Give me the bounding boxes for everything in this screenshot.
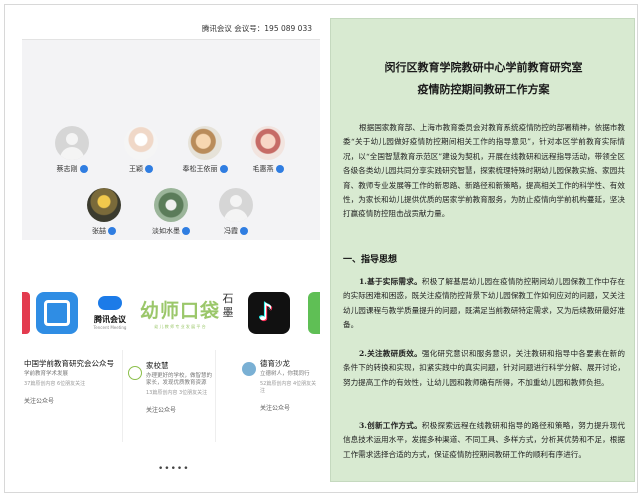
document-title-line2: 疫情防控期间教研工作方案 [417, 83, 550, 96]
participant-name: 奉松王依丽 [182, 165, 218, 173]
default-avatar-icon [55, 126, 89, 160]
participant-name: 淡如水墨 [152, 227, 180, 235]
kids-pocket-app-icon[interactable]: 幼师口袋 幼 儿 教 师 专 业 发 展 平 台 [140, 292, 220, 334]
follow-button[interactable]: 关注公众号 [146, 405, 214, 414]
mic-icon [182, 227, 190, 235]
paragraph-1: 1.基于实际需求。积极了解基层幼儿园在疫情防控期间幼儿园保教工作中存在的实际困难… [343, 277, 625, 330]
default-avatar-icon [219, 188, 253, 222]
participant-name: 蔡志刚 [56, 165, 78, 173]
deyu-salon-logo-icon [242, 362, 256, 376]
participant-name: 张喆 [92, 227, 106, 235]
participant-tile[interactable]: 淡如水墨 [141, 188, 201, 236]
document-intro: 根据国家教育部、上海市教育委员会对教育系统疫情防控的部署精神，依据市教委“关于幼… [343, 123, 625, 219]
participant-tile[interactable]: 奉松王依丽 [175, 126, 235, 174]
participant-tile[interactable]: 张喆 [74, 188, 134, 236]
meeting-id: 腾讯会议 会议号：195 089 033 [201, 24, 312, 33]
section-heading: 一、指导思想 [343, 255, 398, 265]
avatar [124, 126, 158, 160]
avatar [154, 188, 188, 222]
avatar [87, 188, 121, 222]
mic-icon [275, 165, 284, 173]
mic-icon [219, 165, 228, 173]
paragraph-2: 2.关注教研质效。强化研究意识和服务意识，关注教研和指导中各要素在新的条件下的转… [343, 349, 625, 387]
participant-tile[interactable]: 冯霞 [206, 188, 266, 236]
green-app-icon[interactable] [308, 292, 320, 334]
participant-tile[interactable]: 毛惠燕 [238, 126, 298, 174]
mic-icon [145, 165, 153, 173]
participant-name: 王颖 [129, 165, 143, 173]
document-title-line1: 闵行区教育学院教研中心学前教育研究室 [384, 61, 583, 74]
left-panel: 腾讯会议 会议号：195 089 033 蔡志刚 王颖 奉松王依丽 毛惠燕 张喆… [22, 18, 320, 482]
pager-dots[interactable]: ••••• [158, 464, 190, 474]
participant-name: 毛惠燕 [252, 165, 274, 173]
checklist-app-icon[interactable] [36, 292, 78, 334]
mic-icon [79, 165, 88, 173]
participant-tile[interactable]: 蔡志刚 [42, 126, 102, 174]
shimo-app-icon[interactable]: 石 墨 [220, 292, 236, 334]
document-panel: 闵行区教育学院教研中心学前教育研究室 疫情防控期间教研工作方案 根据国家教育部、… [330, 18, 635, 482]
avatar [251, 126, 285, 160]
mic-icon [108, 227, 116, 235]
app-collage: 腾讯会议 Tencent Meeting 幼师口袋 幼 儿 教 师 专 业 发 … [22, 286, 320, 482]
official-account-card[interactable]: 德育沙龙 立德树人，你我同行 52篇原创内容 4位朋友关注 关注公众号 [260, 358, 320, 412]
follow-button[interactable]: 关注公众号 [260, 403, 320, 412]
tiktok-app-icon[interactable]: ♪ [248, 292, 290, 334]
official-account-card[interactable]: 家校慧 办理更好的学校，做智慧的家长，发现优质教育资源 13篇原创内容 3位朋友… [146, 360, 214, 414]
jiaxiaohui-logo-icon [128, 366, 142, 380]
red-app-icon[interactable] [22, 292, 30, 334]
tencent-meeting-window: 腾讯会议 会议号：195 089 033 蔡志刚 王颖 奉松王依丽 毛惠燕 张喆… [22, 18, 320, 240]
mic-icon [240, 227, 248, 235]
participant-tile[interactable]: 王颖 [111, 126, 171, 174]
paragraph-3: 3.创新工作方式。积极探索远程在线教研和指导的路径和策略，努力提升现代信息技术运… [343, 421, 625, 459]
follow-button[interactable]: 关注公众号 [24, 396, 114, 405]
avatar [188, 126, 222, 160]
participant-name: 冯霞 [224, 227, 238, 235]
meeting-title-bar: 腾讯会议 会议号：195 089 033 [22, 18, 320, 40]
tencent-meeting-app-icon[interactable]: 腾讯会议 Tencent Meeting [88, 292, 132, 334]
official-account-card[interactable]: 中国学前教育研究会公众号 学前教育学术发展 37篇原创内容 6位朋友关注 关注公… [24, 358, 114, 405]
